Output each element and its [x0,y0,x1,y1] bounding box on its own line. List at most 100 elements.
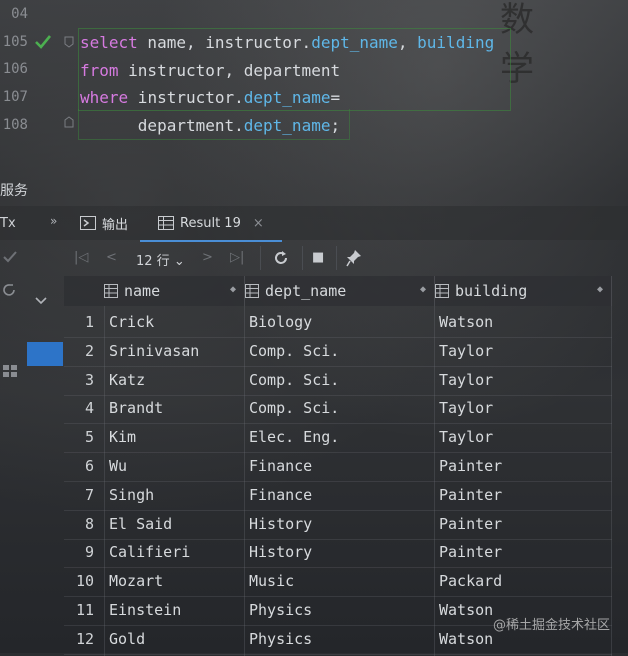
tab-output[interactable]: 输出 [80,206,128,240]
table-row[interactable]: 4 Brandt Comp. Sci. Taylor [64,394,612,425]
table-cell-name[interactable]: Gold [109,630,145,648]
table-cell-name[interactable]: Brandt [109,399,163,417]
selected-service-node[interactable] [27,342,63,366]
sort-icon[interactable]: ◆ [597,284,603,295]
commit-check-icon[interactable] [2,250,18,264]
table-cell-name[interactable]: Einstein [109,601,181,619]
line-number: 106 [2,61,28,77]
table-row[interactable]: 8 El Said History Painter [64,510,612,540]
sql-text: = [330,88,341,107]
table-cell-dept-name[interactable]: Comp. Sci. [249,399,339,417]
sql-editor[interactable]: 04 105 106 107 108 select name, instruct… [0,0,628,160]
next-page-icon[interactable]: > [202,250,213,265]
table-cell-building[interactable]: Taylor [439,371,493,389]
sort-icon[interactable]: ◆ [230,284,236,295]
fold-icon[interactable] [64,36,74,48]
column-header-dept-name[interactable]: dept_name ◆ [245,276,435,306]
table-cell-name[interactable]: Califieri [109,543,190,561]
table-cell-building[interactable]: Watson [439,630,493,648]
table-cell-name[interactable]: Wu [109,457,127,475]
more-tabs-icon[interactable]: » [50,214,57,228]
tab-result-19[interactable]: Result 19 × [140,206,282,242]
row-number: 1 [84,313,94,331]
code-line[interactable]: select name, instructor.dept_name, build… [80,33,494,52]
rows-count-dropdown[interactable]: 12 行 ⌄ [136,250,185,269]
table-row[interactable]: 1 Crick Biology Watson [64,308,612,338]
column-header-name[interactable]: name ◆ [104,276,245,306]
table-cell-building[interactable]: Taylor [439,428,493,446]
table-cell-building[interactable]: Taylor [439,342,493,360]
row-number: 10 [75,572,94,591]
toolbar-divider [336,246,337,270]
table-cell-dept-name[interactable]: Physics [249,630,312,648]
line-number: 105 [2,34,28,50]
table-cell-building[interactable]: Painter [439,486,502,504]
sql-keyword: from [80,61,119,80]
table-cell-dept-name[interactable]: Comp. Sci. [249,371,339,389]
sql-text: ; [330,116,341,135]
table-cell-name[interactable]: Katz [109,371,145,389]
first-page-icon[interactable]: |◁ [74,250,88,265]
grid-header: name ◆ dept_name ◆ building ◆ [64,276,612,306]
table-row[interactable]: 6 Wu Finance Painter [64,452,612,482]
table-cell-building[interactable]: Painter [439,543,502,561]
refresh-icon[interactable] [272,249,290,267]
sort-icon[interactable]: ◆ [420,284,426,295]
table-row[interactable]: 7 Singh Finance Painter [64,481,612,511]
table-row[interactable]: 2 Srinivasan Comp. Sci. Taylor [64,337,612,367]
table-cell-dept-name[interactable]: Finance [249,486,312,504]
row-number: 4 [84,399,94,418]
table-cell-building[interactable]: Watson [439,313,493,331]
table-cell-dept-name[interactable]: History [249,515,312,533]
rollback-icon[interactable] [2,282,18,298]
table-cell-dept-name[interactable]: Comp. Sci. [249,342,339,360]
stop-icon[interactable]: ■ [312,250,324,265]
table-cell-name[interactable]: Kim [109,428,136,446]
tx-label[interactable]: Tx [0,216,16,231]
table-cell-name[interactable]: El Said [109,515,172,533]
table-row[interactable]: 5 Kim Elec. Eng. Taylor [64,423,612,454]
table-cell-dept-name[interactable]: Finance [249,457,312,475]
table-cell-dept-name[interactable]: History [249,543,312,561]
column-icon [104,284,118,298]
sql-text: , [397,33,418,52]
close-icon[interactable]: × [253,216,264,231]
table-cell-dept-name[interactable]: Physics [249,601,312,619]
code-line[interactable]: where instructor.dept_name= [80,88,340,107]
column-label: name [124,282,161,300]
line-number: 04 [11,6,28,22]
table-cell-building[interactable]: Taylor [439,399,493,417]
table-cell-name[interactable]: Srinivasan [109,342,199,360]
chevron-down-icon[interactable] [34,296,48,306]
sql-field: dept_name [311,33,398,52]
column-icon [435,284,449,298]
fold-end-icon[interactable] [64,116,74,128]
table-cell-dept-name[interactable]: Elec. Eng. [249,428,339,446]
table-cell-name[interactable]: Singh [109,486,154,504]
table-cell-building[interactable]: Painter [439,515,502,533]
tab-label: Result 19 [180,215,241,231]
code-line[interactable]: from instructor, department [80,61,340,80]
table-row[interactable]: 10 Mozart Music Packard [64,567,612,598]
row-number: 3 [84,370,94,389]
code-line[interactable]: department.dept_name; [80,116,340,135]
layout-icon[interactable] [2,364,18,378]
column-header-building[interactable]: building ◆ [435,276,612,306]
table-cell-building[interactable]: Packard [439,572,502,590]
last-page-icon[interactable]: ▷| [230,250,244,265]
table-row[interactable]: 9 Califieri History Painter [64,538,612,569]
table-cell-building[interactable]: Painter [439,457,502,475]
sql-field: dept_name [243,88,331,107]
table-cell-dept-name[interactable]: Music [249,572,294,590]
table-cell-building[interactable]: Watson [439,601,493,619]
table-cell-dept-name[interactable]: Biology [249,313,312,331]
table-cell-name[interactable]: Crick [109,313,154,331]
services-panel-title: 服务 [0,183,28,199]
tab-label: 输出 [102,217,129,233]
table-cell-name[interactable]: Mozart [109,572,163,590]
table-row[interactable]: 3 Katz Comp. Sci. Taylor [64,366,612,396]
line-number: 107 [2,89,28,105]
pin-icon[interactable] [346,249,362,267]
previous-page-icon[interactable]: < [106,250,117,265]
column-label: dept_name [265,282,347,300]
